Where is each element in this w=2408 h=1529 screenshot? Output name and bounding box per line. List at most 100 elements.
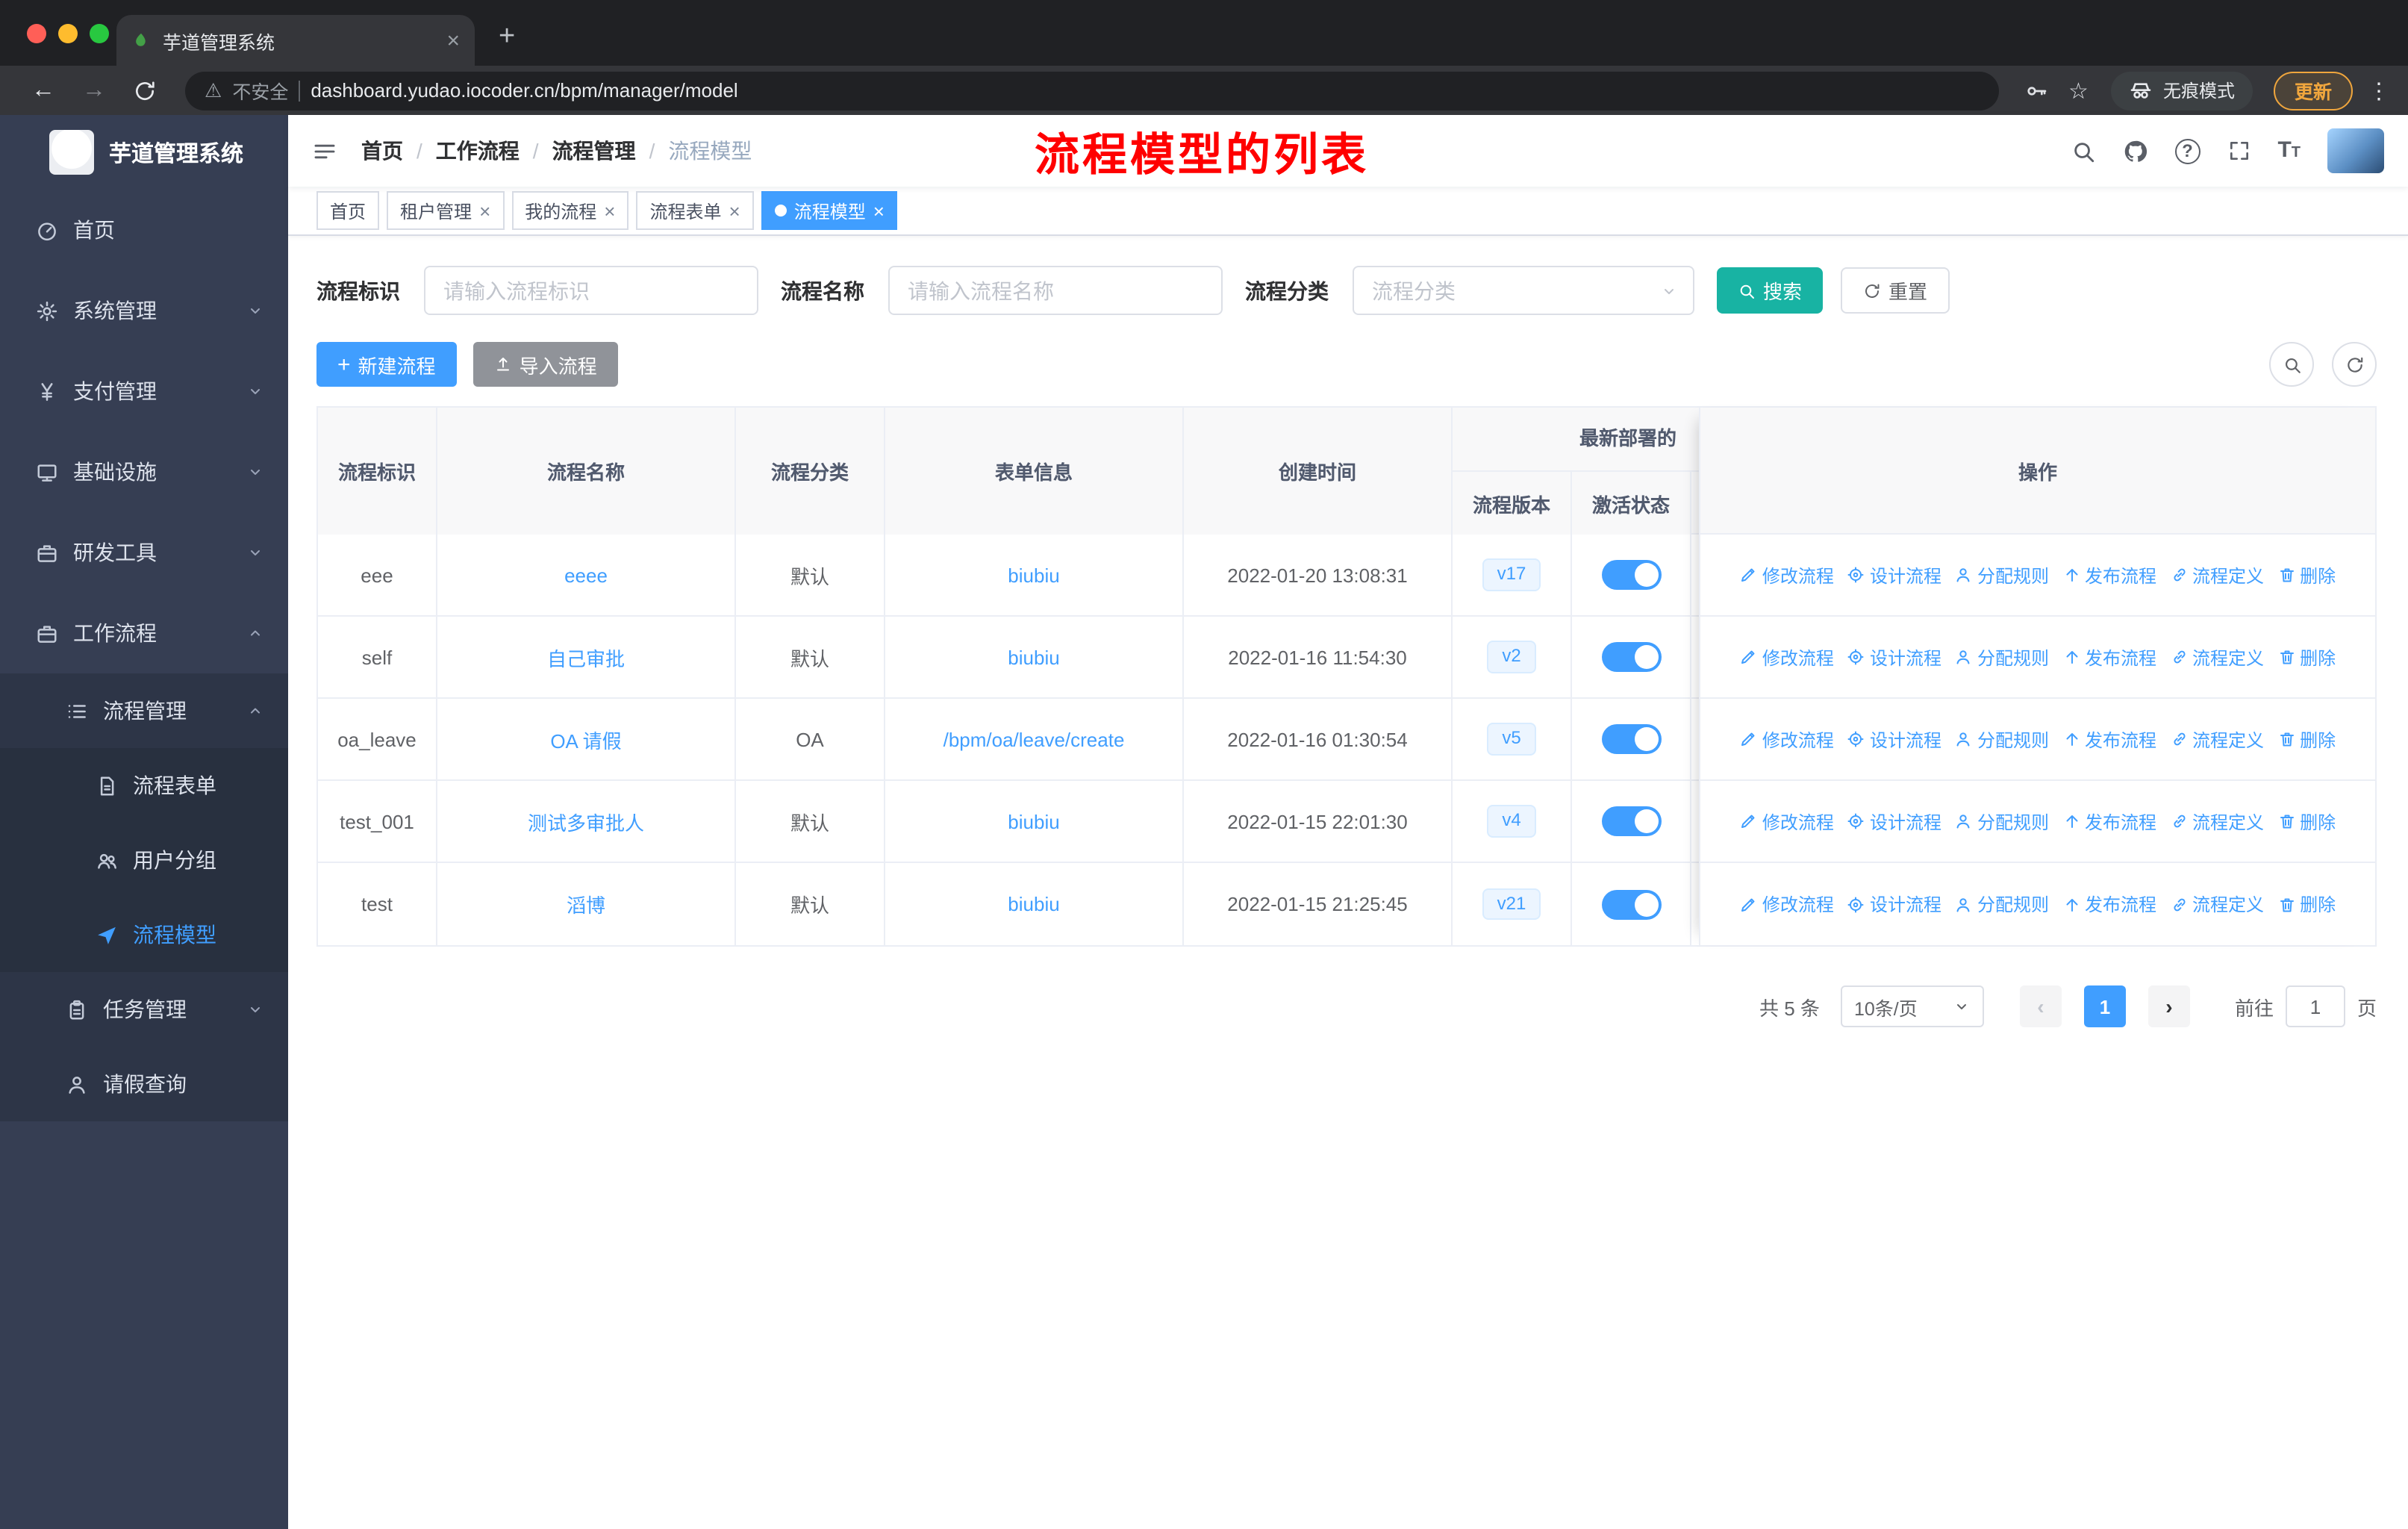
- app-logo-row[interactable]: 芋道管理系统: [0, 115, 288, 190]
- form-link[interactable]: biubiu: [1008, 646, 1059, 668]
- sidebar-item-process-mgmt[interactable]: 流程管理: [0, 673, 288, 748]
- action-assign-rule[interactable]: 分配规则: [1955, 644, 2049, 670]
- create-process-button[interactable]: + 新建流程: [316, 342, 457, 387]
- minimize-window-button[interactable]: [58, 24, 78, 43]
- close-window-button[interactable]: [27, 24, 46, 43]
- goto-page-input[interactable]: [2285, 985, 2345, 1027]
- sidebar-item-payment[interactable]: 支付管理: [0, 351, 288, 432]
- view-tag-my-process[interactable]: 我的流程 ×: [511, 191, 629, 230]
- hide-search-button[interactable]: [2269, 342, 2314, 387]
- category-select[interactable]: 流程分类: [1353, 266, 1694, 315]
- process-name-link[interactable]: eeee: [564, 564, 608, 586]
- active-toggle[interactable]: [1601, 642, 1661, 672]
- action-edit[interactable]: 修改流程: [1740, 562, 1834, 588]
- import-process-button[interactable]: 导入流程: [472, 342, 618, 387]
- breadcrumb-item[interactable]: 工作流程: [436, 136, 520, 166]
- close-icon[interactable]: ×: [729, 201, 740, 220]
- active-toggle[interactable]: [1601, 889, 1661, 919]
- github-icon[interactable]: [2122, 138, 2147, 164]
- breadcrumb-item[interactable]: 首页: [361, 136, 403, 166]
- back-button[interactable]: ←: [31, 77, 55, 104]
- page-1-button[interactable]: 1: [2083, 985, 2126, 1027]
- view-tag-process-model[interactable]: 流程模型 ×: [761, 191, 898, 230]
- action-edit[interactable]: 修改流程: [1740, 644, 1834, 670]
- font-size-icon[interactable]: TT: [2277, 137, 2301, 164]
- sidebar-item-user-group[interactable]: 用户分组: [0, 823, 288, 897]
- action-delete[interactable]: 删除: [2277, 644, 2336, 670]
- next-page-button[interactable]: ›: [2147, 985, 2190, 1027]
- tab-close-icon[interactable]: ×: [446, 29, 460, 52]
- reset-button[interactable]: 重置: [1841, 267, 1950, 314]
- action-definition[interactable]: 流程定义: [2170, 644, 2264, 670]
- new-tab-button[interactable]: +: [499, 21, 515, 54]
- view-tag-home[interactable]: 首页: [316, 191, 380, 230]
- action-assign-rule[interactable]: 分配规则: [1955, 562, 2049, 588]
- active-toggle[interactable]: [1601, 724, 1661, 754]
- fullscreen-icon[interactable]: [2227, 139, 2251, 163]
- active-toggle[interactable]: [1601, 560, 1661, 590]
- bookmark-star-icon[interactable]: ☆: [2068, 77, 2089, 104]
- action-deploy[interactable]: 发布流程: [2062, 644, 2156, 670]
- sidebar-item-devtools[interactable]: 研发工具: [0, 512, 288, 593]
- forward-button[interactable]: →: [82, 77, 106, 104]
- active-toggle[interactable]: [1601, 806, 1661, 836]
- url-bar[interactable]: ⚠ 不安全 dashboard.yudao.iocoder.cn/bpm/man…: [185, 71, 1999, 110]
- action-deploy[interactable]: 发布流程: [2062, 809, 2156, 834]
- user-avatar[interactable]: [2327, 128, 2384, 173]
- breadcrumb-item[interactable]: 流程管理: [552, 136, 636, 166]
- process-name-input[interactable]: [888, 266, 1223, 315]
- view-tag-tenant[interactable]: 租户管理 ×: [387, 191, 505, 230]
- form-link[interactable]: biubiu: [1008, 893, 1059, 915]
- form-link[interactable]: biubiu: [1008, 810, 1059, 832]
- sidebar-item-leave-query[interactable]: 请假查询: [0, 1047, 288, 1121]
- process-name-link[interactable]: OA 请假: [550, 725, 621, 753]
- action-delete[interactable]: 删除: [2277, 726, 2336, 752]
- action-deploy[interactable]: 发布流程: [2062, 891, 2156, 917]
- password-key-icon[interactable]: [2024, 78, 2047, 102]
- browser-tab[interactable]: 芋道管理系统 ×: [116, 15, 475, 66]
- page-size-select[interactable]: 10条/页: [1840, 985, 1984, 1027]
- action-assign-rule[interactable]: 分配规则: [1955, 809, 2049, 834]
- action-edit[interactable]: 修改流程: [1740, 726, 1834, 752]
- process-name-link[interactable]: 自己审批: [547, 643, 625, 671]
- maximize-window-button[interactable]: [90, 24, 109, 43]
- sidebar-item-task-mgmt[interactable]: 任务管理: [0, 972, 288, 1047]
- close-icon[interactable]: ×: [873, 201, 885, 220]
- close-icon[interactable]: ×: [604, 201, 615, 220]
- browser-menu-icon[interactable]: ⋮: [2368, 77, 2390, 104]
- reload-button[interactable]: [133, 78, 157, 102]
- action-assign-rule[interactable]: 分配规则: [1955, 891, 2049, 917]
- help-icon[interactable]: ?: [2174, 138, 2200, 164]
- close-icon[interactable]: ×: [479, 201, 490, 220]
- view-tag-process-form[interactable]: 流程表单 ×: [636, 191, 754, 230]
- refresh-table-button[interactable]: [2332, 342, 2377, 387]
- sidebar-item-process-model[interactable]: 流程模型: [0, 897, 288, 972]
- action-design[interactable]: 设计流程: [1847, 809, 1941, 834]
- action-deploy[interactable]: 发布流程: [2062, 562, 2156, 588]
- action-definition[interactable]: 流程定义: [2170, 891, 2264, 917]
- sidebar-item-home[interactable]: 首页: [0, 190, 288, 270]
- sidebar-item-infra[interactable]: 基础设施: [0, 432, 288, 512]
- sidebar-item-process-form[interactable]: 流程表单: [0, 748, 288, 823]
- process-key-input[interactable]: [424, 266, 758, 315]
- form-link[interactable]: biubiu: [1008, 564, 1059, 586]
- action-design[interactable]: 设计流程: [1847, 644, 1941, 670]
- action-design[interactable]: 设计流程: [1847, 891, 1941, 917]
- action-definition[interactable]: 流程定义: [2170, 809, 2264, 834]
- action-edit[interactable]: 修改流程: [1740, 891, 1834, 917]
- hamburger-icon[interactable]: [288, 138, 361, 164]
- sidebar-item-system[interactable]: 系统管理: [0, 270, 288, 351]
- sidebar-item-workflow[interactable]: 工作流程: [0, 593, 288, 673]
- search-button[interactable]: 搜索: [1717, 267, 1824, 314]
- prev-page-button[interactable]: ‹: [2019, 985, 2062, 1027]
- update-button[interactable]: 更新: [2273, 71, 2353, 110]
- form-link[interactable]: /bpm/oa/leave/create: [943, 728, 1125, 750]
- action-definition[interactable]: 流程定义: [2170, 726, 2264, 752]
- action-edit[interactable]: 修改流程: [1740, 809, 1834, 834]
- process-name-link[interactable]: 测试多审批人: [528, 807, 644, 835]
- search-icon[interactable]: [2070, 138, 2095, 164]
- action-delete[interactable]: 删除: [2277, 891, 2336, 917]
- action-delete[interactable]: 删除: [2277, 809, 2336, 834]
- action-deploy[interactable]: 发布流程: [2062, 726, 2156, 752]
- process-name-link[interactable]: 滔博: [567, 890, 605, 918]
